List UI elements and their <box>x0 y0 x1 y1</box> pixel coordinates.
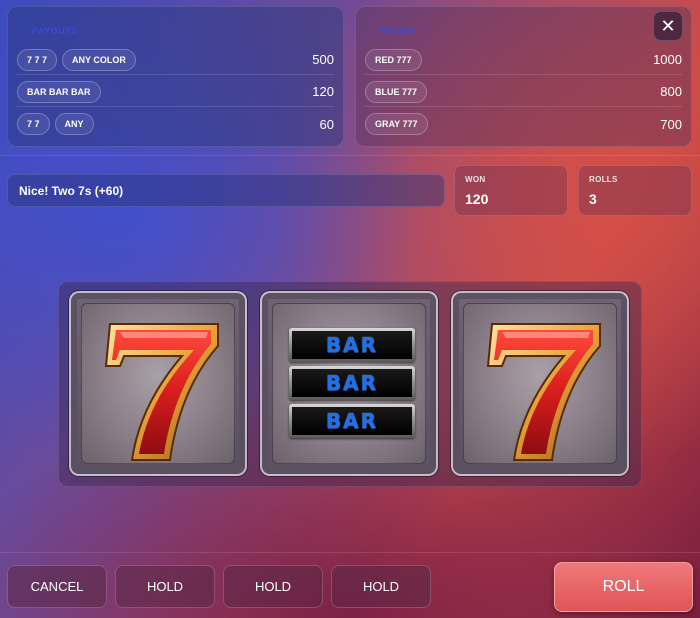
won-stat: WON 120 <box>454 165 568 216</box>
won-label: WON <box>465 175 486 184</box>
bonus-row: RED 777 1000 <box>365 45 682 75</box>
payout-chip: 7 7 <box>17 113 50 135</box>
payout-row: BAR BAR BAR 120 <box>17 77 334 107</box>
bonus-chip: GRAY 777 <box>365 113 428 135</box>
payout-value: 60 <box>319 116 334 132</box>
roll-button[interactable]: ROLL <box>554 562 693 612</box>
bar-stack: BAR BAR BAR <box>289 328 415 442</box>
payout-row: 7 7 7 ANY COLOR 500 <box>17 45 334 75</box>
bonus-value: 1000 <box>653 52 682 67</box>
payout-chip: ANY COLOR <box>62 48 136 71</box>
payout-chip: 7 7 7 <box>17 48 58 71</box>
bar-symbol-icon: BAR <box>289 328 415 362</box>
bonus-value: 700 <box>660 116 682 132</box>
payout-row: 7 7 ANY 60 <box>17 109 334 139</box>
reel-window <box>463 303 617 464</box>
reel-window: BAR BAR BAR <box>272 303 426 464</box>
bar-symbol-icon: BAR <box>289 366 415 400</box>
result-message: Nice! Two 7s (+60) <box>7 174 445 207</box>
rolls-label: ROLLS <box>589 175 618 184</box>
reel-2[interactable]: BAR BAR BAR <box>260 291 438 476</box>
close-icon: ✕ <box>660 15 676 36</box>
reel-3[interactable] <box>451 291 629 476</box>
bar-symbol-icon: BAR <box>289 404 415 438</box>
hold-button-2[interactable]: HOLD <box>223 565 323 608</box>
cancel-button[interactable]: CANCEL <box>7 565 107 608</box>
bonus-panel: BONUS RED 777 1000 BLUE 777 800 GRAY 777… <box>355 6 692 147</box>
payouts-title: PAYOUTS <box>32 26 78 36</box>
hold-button-3[interactable]: HOLD <box>331 565 431 608</box>
bonus-row: GRAY 777 700 <box>365 109 682 139</box>
seven-symbol-icon <box>486 323 601 461</box>
rolls-value: 3 <box>589 191 597 207</box>
bar-label: BAR <box>292 331 412 359</box>
divider <box>0 155 700 156</box>
payout-chip: BAR BAR BAR <box>17 80 101 103</box>
seven-symbol-icon <box>104 323 219 461</box>
payout-value: 500 <box>312 52 334 67</box>
bonus-value: 800 <box>660 84 682 99</box>
bonus-row: BLUE 777 800 <box>365 77 682 107</box>
bar-label: BAR <box>292 369 412 397</box>
reel-window <box>81 303 235 464</box>
bar-label: BAR <box>292 407 412 435</box>
payout-chip: ANY <box>54 113 94 135</box>
payout-value: 120 <box>312 84 334 99</box>
hold-button-1[interactable]: HOLD <box>115 565 215 608</box>
bonus-chip: BLUE 777 <box>365 80 428 103</box>
payouts-panel: PAYOUTS 7 7 7 ANY COLOR 500 BAR BAR BAR … <box>7 6 344 147</box>
rolls-stat: ROLLS 3 <box>578 165 692 216</box>
close-button[interactable]: ✕ <box>653 11 683 41</box>
reel-1[interactable] <box>69 291 247 476</box>
won-value: 120 <box>465 191 489 207</box>
bonus-title: BONUS <box>380 26 416 36</box>
bonus-chip: RED 777 <box>365 48 422 71</box>
